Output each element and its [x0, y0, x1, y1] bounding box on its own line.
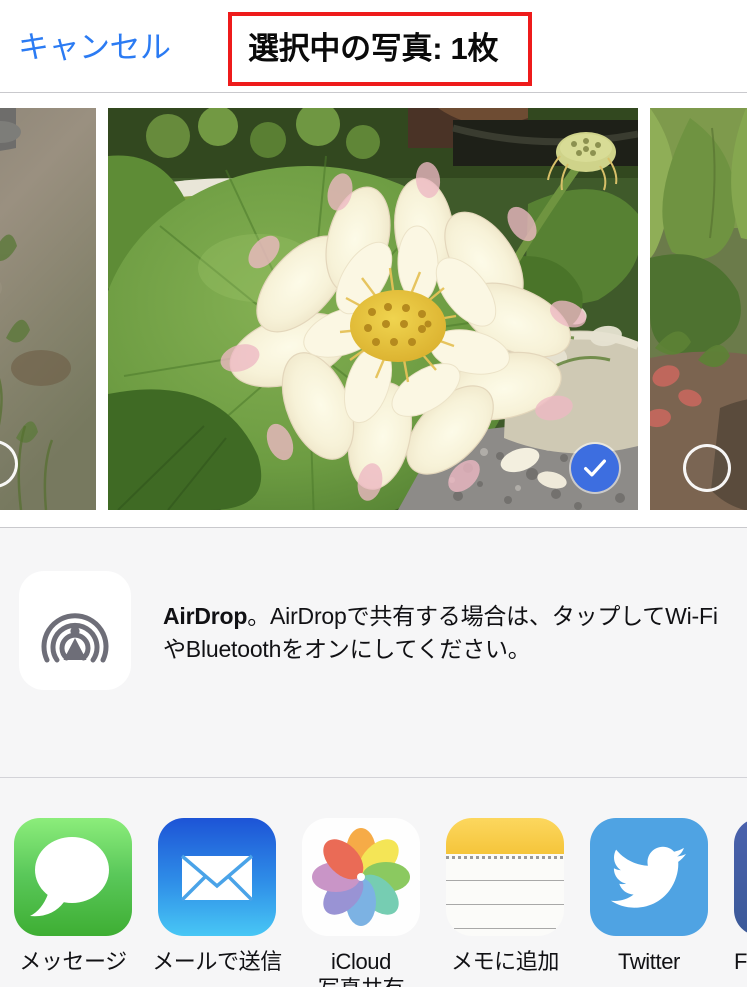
speech-bubble-icon	[30, 837, 109, 917]
app-label-twitter: Twitter	[618, 949, 680, 974]
facebook-icon	[734, 818, 747, 936]
messages-icon	[14, 818, 132, 936]
photos-pinwheel-icon	[312, 828, 410, 926]
airdrop-description: AirDrop。AirDropで共有する場合は、タップしてWi-FiやBluet…	[163, 600, 723, 666]
photo-strip	[0, 108, 747, 510]
apps-row: メッセージ メールで送信 iCloud メモに追加 Twitter F	[0, 778, 747, 987]
twitter-icon	[590, 818, 708, 936]
app-item-twitter[interactable]: Twitter	[590, 818, 708, 975]
app-label-facebook: F	[734, 949, 747, 974]
header-bar: キャンセル 選択中の写真: 1枚	[0, 0, 747, 93]
notes-header-band	[446, 818, 564, 854]
airdrop-title: AirDrop	[163, 603, 248, 629]
envelope-icon	[180, 854, 254, 902]
app-label-mail: メールで送信	[152, 949, 282, 974]
share-sheet: キャンセル 選択中の写真: 1枚 AirDrop。AirDropで共有する場合は…	[0, 0, 747, 987]
app-item-icloud-photos[interactable]: iCloud 写真共有	[302, 818, 420, 987]
airdrop-icon[interactable]	[19, 571, 131, 690]
app-label-notes: メモに追加	[450, 949, 559, 974]
app-label-icloud-line1: iCloud	[331, 949, 391, 974]
page-title: 選択中の写真: 1枚	[248, 31, 499, 66]
photo-lotus-image	[108, 108, 638, 510]
app-label-icloud-line2: 写真共有	[318, 976, 405, 987]
notes-rule-line	[454, 928, 556, 929]
photo-thumbnail-leaves[interactable]	[650, 108, 747, 510]
cancel-button[interactable]: キャンセル	[18, 22, 171, 67]
photo-thumbnail-ground[interactable]	[0, 108, 96, 510]
twitter-bird-icon	[610, 846, 686, 908]
checkmark-icon	[584, 459, 606, 477]
photo-ground-image	[0, 108, 96, 510]
app-label-icloud-photos: iCloud 写真共有	[293, 948, 429, 987]
mail-icon	[158, 818, 276, 936]
notes-rule-line	[446, 904, 564, 905]
notes-icon	[446, 818, 564, 936]
airdrop-message: 。AirDropで共有する場合は、タップしてWi-FiやBluetoothをオン…	[163, 603, 718, 662]
notes-dotted-line	[446, 856, 564, 859]
photo-select-checkmark-lotus[interactable]	[571, 444, 619, 492]
app-label-messages: メッセージ	[19, 949, 127, 974]
airdrop-waves-icon	[41, 612, 109, 662]
app-item-mail[interactable]: メールで送信	[152, 818, 282, 975]
app-item-messages[interactable]: メッセージ	[14, 818, 132, 975]
photo-select-circle-leaves[interactable]	[683, 444, 731, 492]
photo-thumbnail-lotus[interactable]	[108, 108, 638, 510]
icloud-photos-icon	[302, 818, 420, 936]
app-item-facebook[interactable]: F	[734, 818, 747, 975]
notes-rule-line	[446, 880, 564, 881]
app-item-notes[interactable]: メモに追加	[446, 818, 564, 975]
